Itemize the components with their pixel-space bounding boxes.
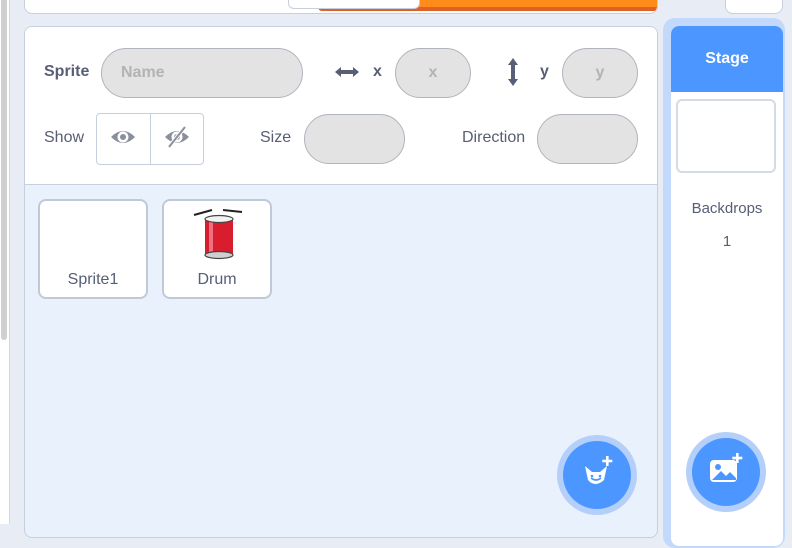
sprite-name-input[interactable]: Name	[101, 48, 303, 98]
top-right-card	[725, 0, 783, 14]
stage-canvas-bottom	[24, 0, 658, 14]
scrollbar-thumb[interactable]	[1, 0, 7, 340]
add-backdrop-button[interactable]	[686, 432, 766, 512]
x-label: x	[373, 63, 382, 80]
direction-label: Direction	[462, 129, 526, 146]
show-visible-button[interactable]	[97, 114, 150, 164]
size-input[interactable]	[304, 114, 405, 164]
stage-header: Stage	[671, 26, 783, 92]
sprite-pane: Sprite Name x x y y Show Size Direction …	[24, 26, 658, 538]
add-sprite-button[interactable]	[557, 435, 637, 515]
direction-input[interactable]	[537, 114, 638, 164]
drum-icon	[193, 208, 245, 265]
sprite-tile-name: Sprite1	[67, 271, 119, 288]
y-label: y	[540, 63, 549, 80]
show-label: Show	[44, 129, 85, 146]
vertical-arrows-icon	[506, 57, 520, 92]
show-toggle-group	[96, 113, 204, 165]
y-placeholder: y	[595, 64, 605, 81]
cat-plus-icon	[578, 454, 616, 497]
sprite-label: Sprite	[44, 63, 90, 80]
stage-thumbnail	[676, 99, 776, 173]
x-placeholder: x	[428, 64, 438, 81]
sprite-tile-drum[interactable]: Drum	[162, 199, 272, 299]
eye-slash-icon	[164, 125, 190, 153]
canvas-tab	[288, 0, 420, 9]
left-scrollbar[interactable]	[0, 0, 10, 524]
show-hidden-button[interactable]	[149, 114, 204, 164]
sprite-info-panel: Sprite Name x x y y Show Size Direction	[25, 27, 657, 185]
x-input[interactable]: x	[395, 48, 471, 98]
y-input[interactable]: y	[562, 48, 638, 98]
name-placeholder: Name	[121, 64, 165, 81]
horizontal-arrows-icon	[333, 65, 361, 84]
sprite-tile-sprite1[interactable]: Sprite1	[38, 199, 148, 299]
backdrops-label: Backdrops	[691, 200, 763, 217]
image-plus-icon	[707, 451, 745, 494]
stage-title: Stage	[705, 50, 749, 67]
backdrops-count: 1	[722, 233, 732, 250]
size-label: Size	[260, 129, 292, 146]
eye-icon	[110, 127, 136, 152]
sprite-tile-name: Drum	[197, 271, 237, 288]
